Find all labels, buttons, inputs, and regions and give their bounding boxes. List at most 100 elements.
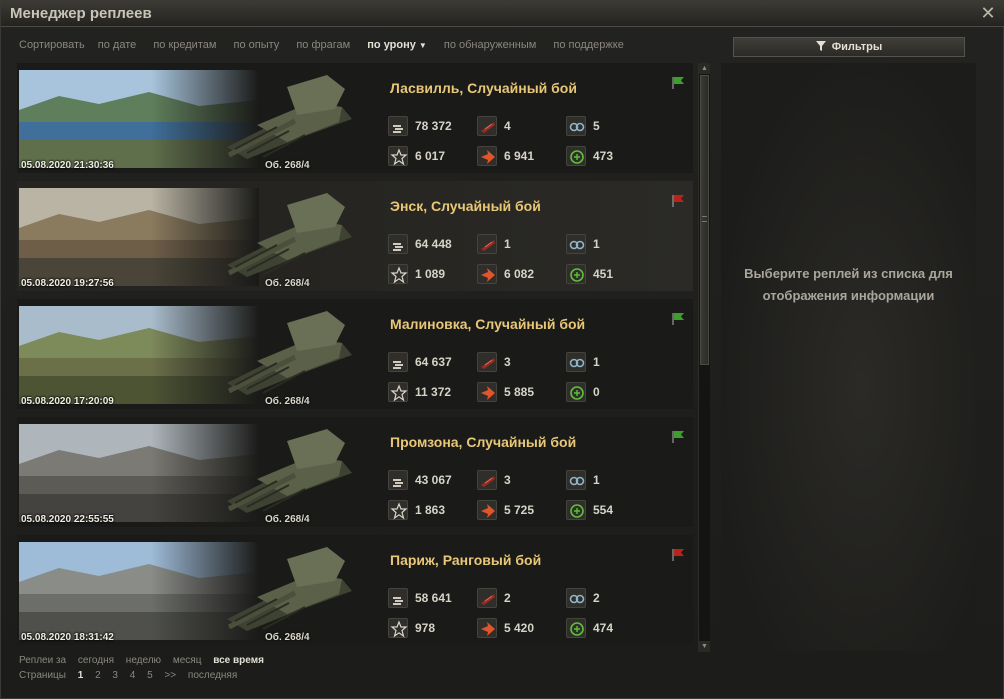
stat-spotted-value: 2 xyxy=(593,591,600,605)
pages-label: Страницы xyxy=(19,670,66,681)
binoculars-icon xyxy=(566,116,586,136)
tank-icon xyxy=(227,311,352,395)
replay-date: 05.08.2020 19:27:56 xyxy=(21,278,114,289)
sort-by-damage[interactable]: по урону ▼ xyxy=(367,39,427,51)
stat-kills: 4 xyxy=(477,116,511,136)
page-3[interactable]: 3 xyxy=(112,670,118,681)
tank-name: Об. 268/4 xyxy=(265,514,310,525)
sort-by-spotted[interactable]: по обнаруженным xyxy=(444,39,536,51)
stat-assist: 451 xyxy=(566,264,613,284)
replay-list: 05.08.2020 21:30:36 Об. 268/4 Ласвилль, … xyxy=(17,63,695,649)
binoculars-icon xyxy=(566,352,586,372)
page-5[interactable]: 5 xyxy=(147,670,153,681)
info-line-1: Выберите реплей из списка для xyxy=(744,266,953,281)
stat-spotted: 1 xyxy=(566,234,600,254)
replay-title: Промзона, Случайный бой xyxy=(390,434,577,450)
stat-assist-value: 474 xyxy=(593,621,614,635)
sort-by-frags[interactable]: по фрагам xyxy=(296,39,350,51)
scroll-up-button[interactable]: ▲ xyxy=(699,63,710,74)
stat-credits: 43 067 xyxy=(388,470,452,490)
assist-icon xyxy=(566,382,586,402)
list-scrollbar[interactable]: ▲ ▼ xyxy=(698,63,710,652)
damage-icon xyxy=(477,146,497,166)
stat-damage: 5 885 xyxy=(477,382,534,402)
stat-kills-value: 1 xyxy=(504,237,511,251)
frag-icon xyxy=(477,470,497,490)
replay-row[interactable]: 05.08.2020 22:55:55 Об. 268/4 Промзона, … xyxy=(17,417,693,527)
stat-damage-value: 5 420 xyxy=(504,621,535,635)
funnel-icon xyxy=(815,41,826,51)
frag-icon xyxy=(477,352,497,372)
star-icon xyxy=(388,382,408,402)
assist-icon xyxy=(566,618,586,638)
stat-spotted: 2 xyxy=(566,588,600,608)
stat-xp: 6 017 xyxy=(388,146,445,166)
frag-icon xyxy=(477,234,497,254)
replay-title: Энск, Случайный бой xyxy=(390,198,541,214)
coins-icon xyxy=(388,352,408,372)
scroll-thumb[interactable] xyxy=(700,75,709,365)
stat-credits-value: 64 637 xyxy=(415,355,452,369)
sort-by-xp[interactable]: по опыту xyxy=(234,39,280,51)
binoculars-icon xyxy=(566,234,586,254)
period-filter: Реплеи за сегодня неделю месяц все время xyxy=(19,655,273,666)
stat-damage: 6 082 xyxy=(477,264,534,284)
scroll-down-button[interactable]: ▼ xyxy=(699,641,710,652)
period-week[interactable]: неделю xyxy=(126,655,161,666)
victory-flag-icon xyxy=(672,313,684,325)
stat-damage: 5 725 xyxy=(477,500,534,520)
replay-date: 05.08.2020 22:55:55 xyxy=(21,514,114,525)
sort-by-damage-label: по урону xyxy=(367,39,416,51)
sort-by-credits[interactable]: по кредитам xyxy=(153,39,216,51)
replay-title: Париж, Ранговый бой xyxy=(390,552,542,568)
page-1[interactable]: 1 xyxy=(78,670,84,681)
replay-row[interactable]: 05.08.2020 18:31:42 Об. 268/4 Париж, Ран… xyxy=(17,535,693,645)
tank-icon xyxy=(227,193,352,277)
period-month[interactable]: месяц xyxy=(173,655,202,666)
assist-icon xyxy=(566,500,586,520)
period-today[interactable]: сегодня xyxy=(78,655,114,666)
period-label: Реплеи за xyxy=(19,655,67,666)
page-last[interactable]: последняя xyxy=(188,670,237,681)
stat-damage-value: 5 725 xyxy=(504,503,535,517)
replay-manager-window: Менеджер реплеев ✕ Сортировать по дате п… xyxy=(0,0,1004,699)
tank-icon xyxy=(227,429,352,513)
replay-row[interactable]: 05.08.2020 17:20:09 Об. 268/4 Малиновка,… xyxy=(17,299,693,409)
stat-kills-value: 3 xyxy=(504,355,511,369)
page-next[interactable]: >> xyxy=(164,670,176,681)
replay-info-panel: Выберите реплей из списка для отображени… xyxy=(721,63,976,651)
stat-xp: 978 xyxy=(388,618,435,638)
damage-icon xyxy=(477,500,497,520)
pagination: Страницы 1 2 3 4 5 >> последняя xyxy=(19,670,246,681)
close-icon[interactable]: ✕ xyxy=(978,3,998,23)
coins-icon xyxy=(388,470,408,490)
page-4[interactable]: 4 xyxy=(130,670,136,681)
replay-row[interactable]: 05.08.2020 21:30:36 Об. 268/4 Ласвилль, … xyxy=(17,63,693,173)
stat-credits: 78 372 xyxy=(388,116,452,136)
tank-name: Об. 268/4 xyxy=(265,160,310,171)
filters-button[interactable]: Фильтры xyxy=(733,37,965,57)
binoculars-icon xyxy=(566,588,586,608)
star-icon xyxy=(388,500,408,520)
sort-by-assist[interactable]: по поддержке xyxy=(553,39,623,51)
replay-title: Ласвилль, Случайный бой xyxy=(390,80,577,96)
replay-row[interactable]: 05.08.2020 19:27:56 Об. 268/4 Энск, Случ… xyxy=(17,181,693,291)
stat-spotted: 5 xyxy=(566,116,600,136)
sort-by-date[interactable]: по дате xyxy=(98,39,136,51)
assist-icon xyxy=(566,146,586,166)
chevron-down-icon: ▼ xyxy=(418,41,427,50)
period-all-time[interactable]: все время xyxy=(213,655,264,666)
star-icon xyxy=(388,146,408,166)
tank-name: Об. 268/4 xyxy=(265,396,310,407)
replay-title: Малиновка, Случайный бой xyxy=(390,316,586,332)
star-icon xyxy=(388,264,408,284)
stat-damage-value: 6 941 xyxy=(504,149,535,163)
title-bar: Менеджер реплеев ✕ xyxy=(1,1,1004,27)
stat-kills-value: 4 xyxy=(504,119,511,133)
stat-damage: 5 420 xyxy=(477,618,534,638)
replay-date: 05.08.2020 17:20:09 xyxy=(21,396,114,407)
stat-damage: 6 941 xyxy=(477,146,534,166)
stat-damage-value: 5 885 xyxy=(504,385,535,399)
damage-icon xyxy=(477,382,497,402)
page-2[interactable]: 2 xyxy=(95,670,101,681)
